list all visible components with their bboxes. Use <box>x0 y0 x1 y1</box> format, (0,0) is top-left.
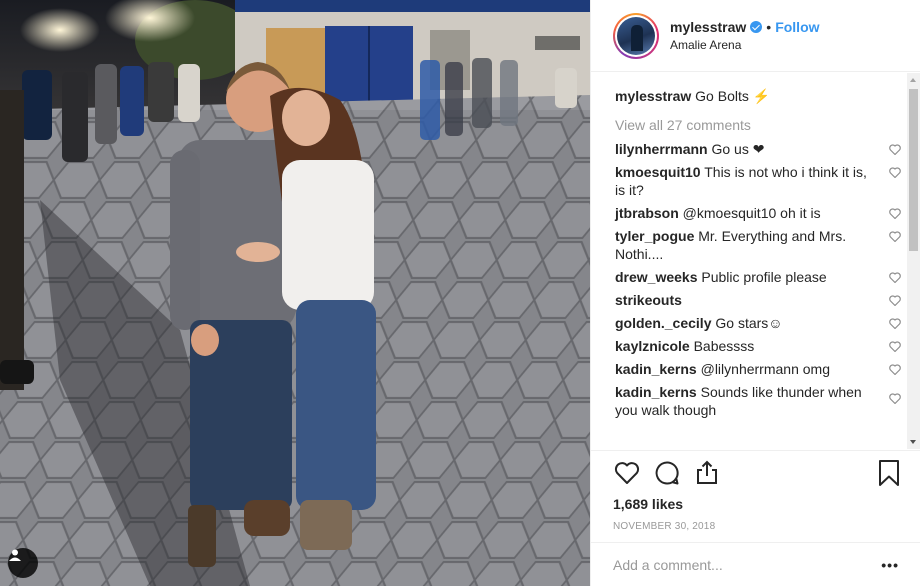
post-date[interactable]: NOVEMBER 30, 2018 <box>613 521 920 532</box>
comments-list[interactable]: mylesstraw Go Bolts ⚡ View all 27 commen… <box>591 73 905 447</box>
comment-like-heart-icon[interactable] <box>889 144 901 155</box>
comment-username[interactable]: tyler_pogue <box>615 228 694 244</box>
comment-like-heart-icon[interactable] <box>889 341 901 352</box>
photo-scene <box>0 0 590 586</box>
comment-like-heart-icon[interactable] <box>889 364 901 375</box>
add-comment-bar: ••• <box>591 542 920 586</box>
view-all-comments-link[interactable]: View all 27 comments <box>615 116 905 134</box>
caption-username[interactable]: mylesstraw <box>615 88 691 104</box>
post-photo[interactable] <box>0 0 590 586</box>
follow-button[interactable]: Follow <box>775 18 819 36</box>
comment-item: kmoesquit10 This is not who i think it i… <box>615 163 905 199</box>
share-icon[interactable] <box>693 459 721 487</box>
add-comment-input[interactable] <box>613 556 882 573</box>
bookmark-icon[interactable] <box>877 459 901 487</box>
post-caption: mylesstraw Go Bolts ⚡ <box>615 87 905 105</box>
avatar-image <box>617 16 655 55</box>
location-link[interactable]: Amalie Arena <box>670 36 820 54</box>
comment-item: kadin_kerns Sounds like thunder when you… <box>615 383 905 419</box>
post-actions: 1,689 likes NOVEMBER 30, 2018 <box>591 450 920 542</box>
comment-text: Go us ❤ <box>711 141 765 157</box>
comment-item: kadin_kerns @lilynherrmann omg <box>615 360 905 378</box>
comment-text: Go stars☺ <box>715 315 783 331</box>
comment-username[interactable]: kadin_kerns <box>615 384 697 400</box>
verified-badge-icon <box>750 20 763 33</box>
comment-like-heart-icon[interactable] <box>889 272 901 283</box>
caption-text: Go Bolts ⚡ <box>695 88 771 104</box>
scrollbar-thumb[interactable] <box>909 89 918 251</box>
comment-username[interactable]: kaylznicole <box>615 338 690 354</box>
scroll-up-arrow-icon[interactable] <box>910 78 916 82</box>
profile-avatar[interactable] <box>613 12 659 59</box>
comments-scrollbar[interactable] <box>907 73 920 449</box>
comment-username[interactable]: drew_weeks <box>615 269 698 285</box>
comment-like-heart-icon[interactable] <box>889 393 901 404</box>
comment-like-heart-icon[interactable] <box>889 167 901 178</box>
comment-text: Public profile please <box>701 269 827 285</box>
post-side-panel: mylesstraw • Follow Amalie Arena mylesst… <box>590 0 920 586</box>
comment-username[interactable]: lilynherrmann <box>615 141 708 157</box>
comment-like-heart-icon[interactable] <box>889 208 901 219</box>
comment-item: jtbrabson @kmoesquit10 oh it is <box>615 204 905 222</box>
comment-username[interactable]: golden._cecily <box>615 315 711 331</box>
comment-bubble-icon[interactable] <box>653 459 681 487</box>
comment-text: Babessss <box>693 338 755 354</box>
post-header: mylesstraw • Follow Amalie Arena <box>591 0 920 72</box>
user-tag-button[interactable] <box>8 548 38 578</box>
comment-item: tyler_pogue Mr. Everything and Mrs. Noth… <box>615 227 905 263</box>
scroll-down-arrow-icon[interactable] <box>910 440 916 444</box>
comment-item: lilynherrmann Go us ❤ <box>615 140 905 158</box>
comment-like-heart-icon[interactable] <box>889 318 901 329</box>
comment-item: golden._cecily Go stars☺ <box>615 314 905 332</box>
comment-text: @kmoesquit10 oh it is <box>682 205 821 221</box>
comment-like-heart-icon[interactable] <box>889 295 901 306</box>
like-count[interactable]: 1,689 likes <box>613 496 920 512</box>
separator-dot: • <box>766 18 772 35</box>
comment-item: kaylznicole Babessss <box>615 337 905 355</box>
comment-username[interactable]: kmoesquit10 <box>615 164 701 180</box>
user-tag-icon <box>9 549 21 561</box>
comment-item: strikeouts <box>615 291 905 309</box>
comment-text: @lilynherrmann omg <box>700 361 830 377</box>
comment-like-heart-icon[interactable] <box>889 231 901 242</box>
comment-item: drew_weeks Public profile please <box>615 268 905 286</box>
header-username[interactable]: mylesstraw <box>670 18 746 36</box>
heart-icon[interactable] <box>613 459 641 487</box>
comment-username[interactable]: strikeouts <box>615 292 682 308</box>
comment-username[interactable]: jtbrabson <box>615 205 679 221</box>
comment-username[interactable]: kadin_kerns <box>615 361 697 377</box>
more-options-button[interactable]: ••• <box>881 557 899 573</box>
